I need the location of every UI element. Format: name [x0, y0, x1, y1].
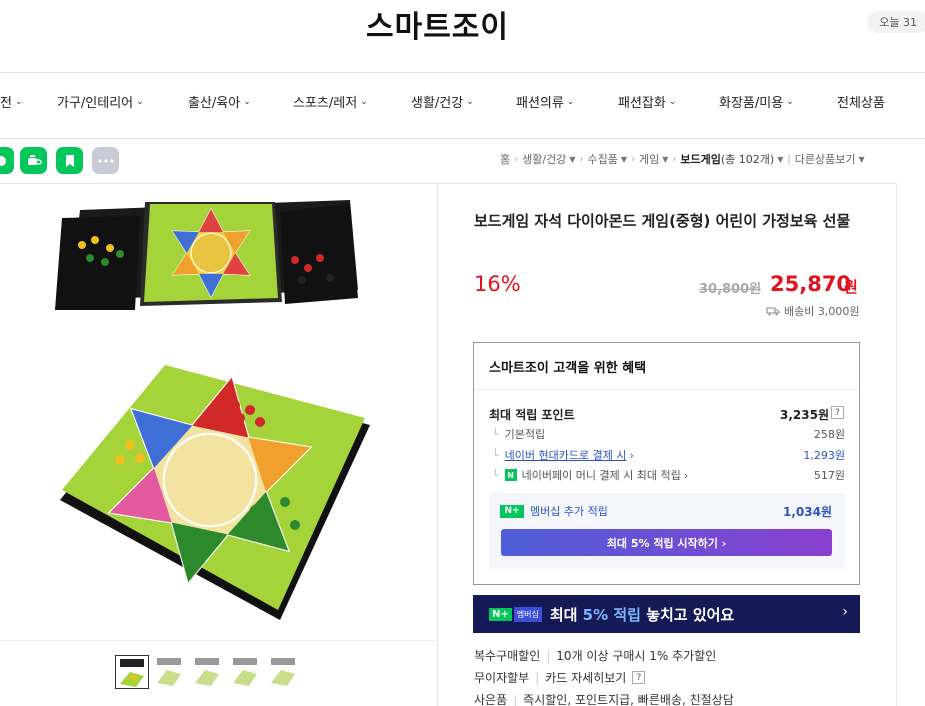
- caret-down-icon: ▼: [662, 154, 669, 164]
- caret-down-icon: ▼: [620, 154, 627, 164]
- nav-divider: [0, 138, 925, 139]
- membership-tag: 멤버십: [513, 606, 542, 622]
- benefit-divider: [474, 389, 859, 390]
- chevron-down-icon: ⌄: [243, 96, 251, 107]
- caret-down-icon: ▼: [858, 154, 865, 164]
- chevron-right-icon: ›: [629, 448, 634, 462]
- npay-icon: N: [504, 469, 517, 481]
- chevron-down-icon: ⌄: [668, 96, 677, 107]
- npay-points-value: 517원: [813, 469, 845, 482]
- talk-icon[interactable]: [0, 147, 14, 174]
- product-main-image[interactable]: [40, 190, 420, 630]
- breadcrumb-level1[interactable]: 생활/건강: [522, 151, 566, 167]
- sale-price-unit: 원: [844, 278, 858, 296]
- gift-info: 사은품 | 즉시할인, 포인트지급, 빠른배송, 친절상담: [474, 692, 734, 706]
- breadcrumb-level3[interactable]: 게임: [639, 151, 659, 167]
- caret-down-icon: ▼: [569, 154, 576, 164]
- membership-start-button[interactable]: 최대 5% 적립 시작하기 ›: [501, 529, 832, 556]
- membership-label: N+ 멤버십 추가 적립: [500, 503, 608, 519]
- nav-item-beauty[interactable]: 화장품/미용 ⌄: [719, 92, 794, 111]
- thumbnail-3[interactable]: [191, 655, 225, 689]
- nav-item-furniture[interactable]: 가구/인테리어 ⌄: [57, 92, 144, 111]
- basic-points-value: 258원: [813, 428, 845, 441]
- nav-item-health[interactable]: 생활/건강 ⌄: [411, 92, 474, 111]
- thumbnail-4[interactable]: [229, 655, 263, 689]
- header-divider: [0, 72, 925, 73]
- card-details-link[interactable]: 카드 자세히보기: [545, 669, 626, 686]
- benefit-title: 스마트조이 고객을 위한 혜택: [489, 361, 647, 376]
- product-title: 보드게임 자석 다이아몬드 게임(중형) 어린이 가정보육 선물: [474, 212, 851, 230]
- chevron-down-icon: ⌄: [466, 96, 474, 107]
- breadcrumb-current[interactable]: 보드게임(총 102개): [680, 151, 774, 167]
- chevron-right-icon: ›: [683, 468, 689, 482]
- nav-item-all[interactable]: 전체상품: [837, 92, 885, 111]
- nav-item-baby[interactable]: 출산/육아 ⌄: [188, 92, 251, 111]
- npay-points-row[interactable]: └ N 네이버페이 머니 결제 시 최대 적립 ›: [492, 467, 688, 483]
- cafe-icon[interactable]: [20, 147, 47, 174]
- installment-info: 무이자할부 | 카드 자세히보기 ?: [474, 669, 646, 686]
- nav-item-clothing[interactable]: 패션의류 ⌄: [516, 92, 574, 111]
- basic-points-row: └ 기본적립: [492, 427, 546, 442]
- thumbnail-5[interactable]: [267, 655, 301, 689]
- thumbnail-1[interactable]: [115, 655, 149, 689]
- discount-rate: 16%: [474, 272, 521, 296]
- thumbnail-divider: [0, 640, 438, 641]
- banner-text: 최대 5% 적립 놓치고 있어요: [549, 605, 735, 624]
- truck-icon: [766, 307, 780, 316]
- today-visitor-badge: 오늘 31: [867, 11, 925, 33]
- breadcrumb: 홈 › 생활/건강 ▼ › 수집품 ▼ › 게임 ▼ › 보드게임(총 102개) ▼ …: [500, 151, 865, 167]
- membership-banner[interactable]: N+ 멤버십 최대 5% 적립 놓치고 있어요 ›: [473, 595, 860, 633]
- breadcrumb-home[interactable]: 홈: [500, 151, 510, 167]
- nav-item-0[interactable]: 전 ⌄: [0, 92, 23, 111]
- max-points-label: 최대 적립 포인트: [489, 408, 575, 422]
- sale-price: 25,870: [770, 272, 852, 296]
- chevron-down-icon: ⌄: [566, 96, 575, 107]
- chevron-right-icon: ›: [842, 604, 848, 620]
- bookmark-icon[interactable]: [56, 147, 83, 174]
- chevron-down-icon: ⌄: [786, 96, 794, 107]
- nav-item-accessories[interactable]: 패션잡화 ⌄: [618, 92, 676, 111]
- naver-plus-icon: N+: [500, 504, 524, 518]
- max-points-value: 3,235원: [780, 408, 829, 422]
- nav-item-sports[interactable]: 스포츠/레저 ⌄: [293, 92, 368, 111]
- chevron-down-icon: ⌄: [360, 96, 368, 107]
- chevron-down-icon: ⌄: [14, 96, 23, 107]
- help-icon[interactable]: ?: [632, 671, 646, 684]
- membership-value: 1,034원: [783, 505, 832, 519]
- info-top-border: [438, 183, 897, 184]
- shipping-fee: 배송비 3,000원: [766, 303, 859, 319]
- chevron-down-icon: ⌄: [136, 96, 144, 107]
- info-right-border: [896, 183, 897, 706]
- breadcrumb-level2[interactable]: 수집품: [587, 151, 617, 167]
- caret-down-icon: ▼: [777, 154, 784, 164]
- other-products-link[interactable]: 다른상품보기: [795, 151, 856, 167]
- store-title[interactable]: 스마트조이: [0, 2, 875, 46]
- more-icon[interactable]: [92, 147, 119, 174]
- card-points-row[interactable]: └ 네이버 현대카드로 결제 시 ›: [492, 447, 634, 463]
- original-price: 30,800원: [699, 282, 762, 297]
- help-icon[interactable]: ?: [831, 406, 844, 419]
- thumbnail-2[interactable]: [153, 655, 187, 689]
- card-points-value: 1,293원: [803, 449, 845, 462]
- multi-buy-discount: 복수구매할인 | 10개 이상 구매시 1% 추가할인: [474, 648, 717, 664]
- naver-plus-icon: N+: [489, 607, 512, 621]
